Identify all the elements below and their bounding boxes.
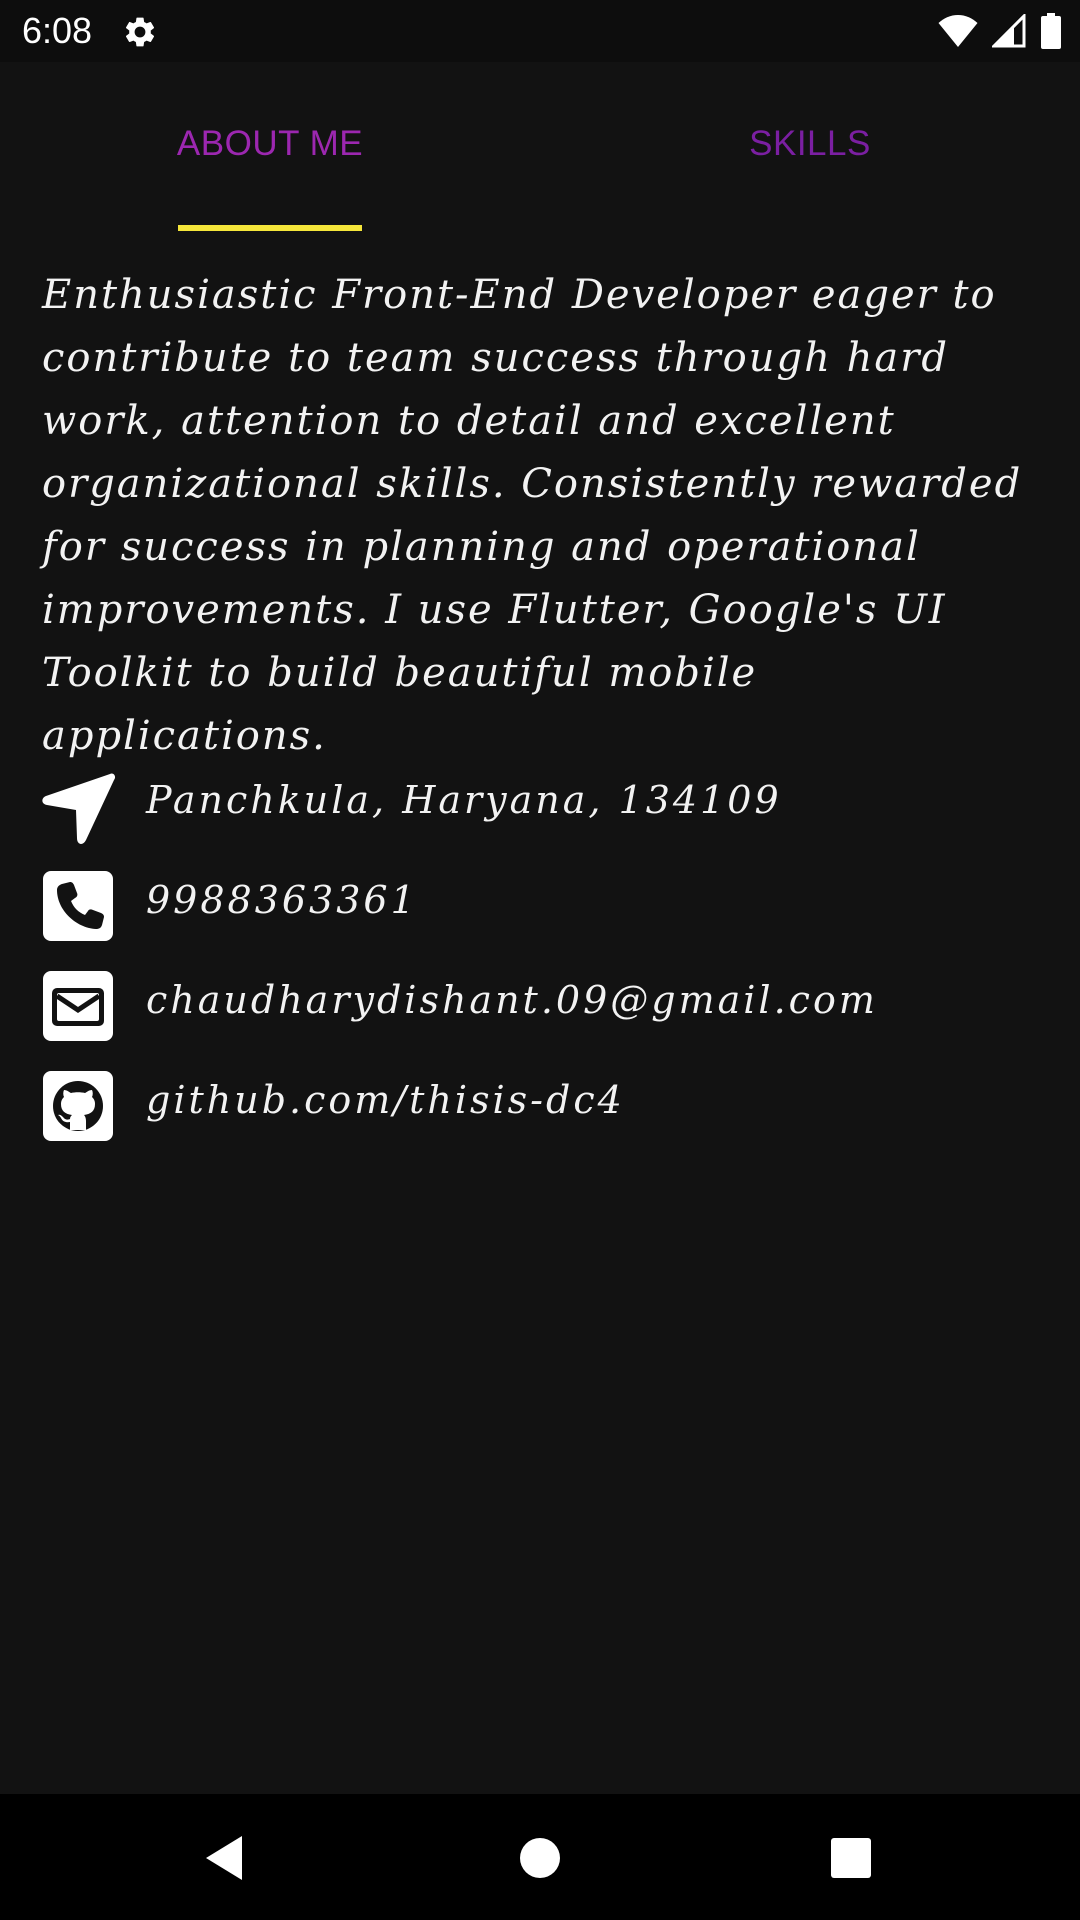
- recents-icon[interactable]: [823, 1830, 879, 1886]
- wifi-icon: [938, 15, 978, 47]
- contact-email: chaudharydishant.09@gmail.com: [0, 960, 1080, 1050]
- tab-about-me[interactable]: ABOUT ME: [0, 62, 540, 232]
- email-icon: [43, 971, 113, 1041]
- status-icons: [938, 12, 1062, 50]
- contact-phone: 9988363361: [0, 860, 1080, 950]
- tab-indicator: [178, 225, 362, 231]
- tab-skills-label: SKILLS: [749, 124, 871, 163]
- contact-location: Panchkula, Haryana, 134109: [0, 760, 1080, 850]
- battery-icon: [1041, 13, 1061, 49]
- tab-bar: ABOUT ME SKILLS: [0, 62, 1080, 232]
- about-description: Enthusiastic Front-End Developer eager t…: [42, 272, 1023, 759]
- status-time: 6:08: [22, 10, 93, 51]
- navigation-bar: [0, 1794, 1080, 1920]
- contact-location-text: Panchkula, Haryana, 134109: [146, 778, 782, 822]
- tab-about-me-label: ABOUT ME: [176, 124, 364, 163]
- phone-icon: [43, 871, 113, 941]
- location-arrow-icon: [42, 773, 116, 844]
- contact-github-text: github.com/thisis-dc4: [146, 1078, 625, 1122]
- signal-icon: [992, 14, 1026, 48]
- github-icon: [43, 1071, 113, 1141]
- contact-github: github.com/thisis-dc4: [0, 1060, 1080, 1150]
- back-icon[interactable]: [198, 1830, 254, 1886]
- contact-phone-text: 9988363361: [146, 878, 418, 922]
- status-bar: 6:08: [0, 0, 1080, 62]
- gear-icon: [125, 17, 155, 47]
- contact-email-text: chaudharydishant.09@gmail.com: [146, 978, 878, 1022]
- tab-skills[interactable]: SKILLS: [540, 62, 1080, 232]
- home-icon[interactable]: [512, 1830, 568, 1886]
